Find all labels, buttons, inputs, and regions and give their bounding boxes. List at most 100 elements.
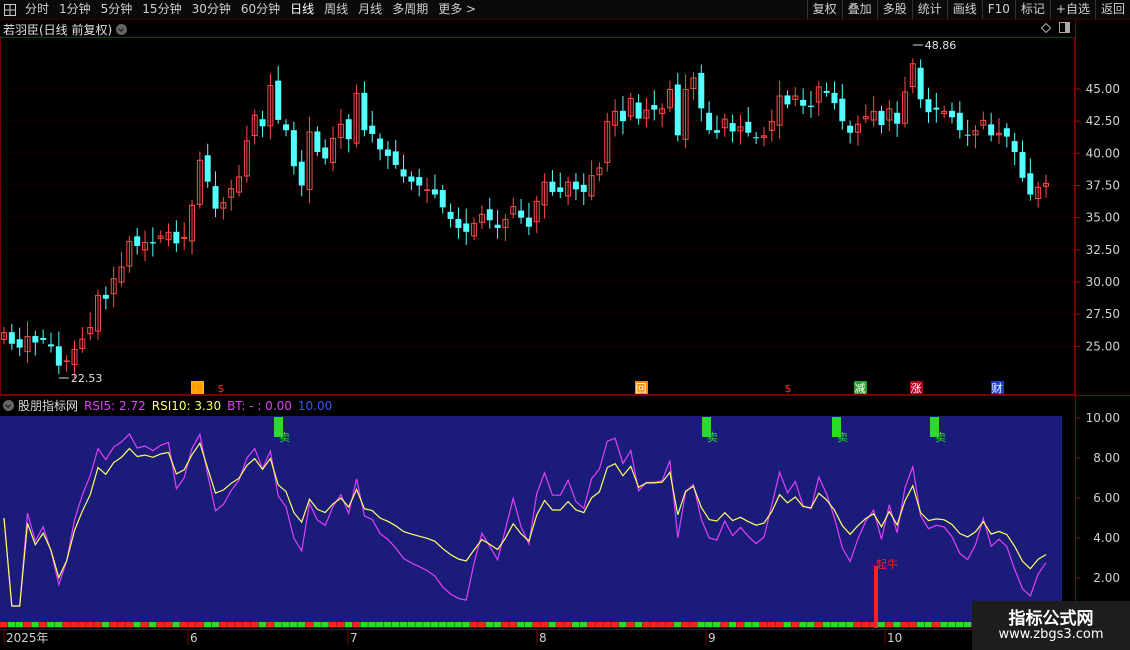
indicator-tick-label: 10.00: [1086, 411, 1120, 425]
status-strip-cell: [289, 622, 298, 627]
status-strip-cell: [924, 622, 932, 627]
event-marker-2: 回: [636, 382, 647, 395]
status-strip-cell: [70, 622, 78, 627]
candle-body: [894, 112, 901, 124]
main-chart-frame: [0, 37, 1075, 395]
status-strip-cell: [0, 622, 8, 627]
candle-body: [212, 186, 219, 209]
watermark: 指标公式网 www.zbgs3.com: [972, 601, 1130, 650]
status-strip-cell: [360, 622, 368, 627]
watermark-title: 指标公式网: [1008, 609, 1094, 629]
candle-body: [8, 332, 15, 344]
status-strip-cell: [814, 622, 823, 627]
event-marker-4: 减: [855, 382, 866, 395]
candle-body: [439, 190, 446, 208]
candle-body: [416, 177, 423, 186]
price-tick-label: 37.50: [1086, 179, 1120, 193]
status-strip-cell: [117, 622, 125, 627]
status-strip-cell: [94, 622, 102, 627]
status-strip-cell: [626, 622, 635, 627]
candle-body: [40, 337, 47, 340]
event-marker-1: $: [218, 382, 225, 395]
x-axis-label: 9: [708, 631, 716, 645]
status-strip-cell: [188, 622, 196, 627]
candle-body: [55, 346, 62, 366]
status-strip-cell: [219, 622, 227, 627]
status-strip-cell: [666, 622, 674, 627]
status-strip-cell: [235, 622, 243, 627]
candle-body: [486, 209, 493, 221]
status-strip-cell: [47, 622, 55, 627]
status-strip-cell: [854, 622, 862, 627]
candle-body: [204, 155, 211, 182]
chevron-down-icon[interactable]: [3, 400, 14, 411]
candle-body: [572, 181, 579, 190]
indicator-name: 股朋指标网: [18, 399, 79, 413]
event-marker-6: 财: [992, 381, 1003, 395]
status-strip-cell: [227, 622, 235, 627]
indicator-panel-bg: [0, 416, 1062, 628]
status-strip-cell: [564, 622, 572, 627]
status-strip-cell: [807, 622, 815, 627]
candle-body: [16, 339, 23, 348]
candle-body: [988, 124, 995, 136]
status-strip-cell: [344, 622, 353, 627]
status-strip-cell: [572, 622, 580, 627]
candle-body: [431, 189, 438, 195]
price-tick-label: 45.00: [1086, 82, 1120, 96]
status-strip-cell: [713, 622, 721, 627]
status-strip-cell: [822, 622, 831, 627]
status-strip-cell: [462, 622, 470, 627]
candle-body: [948, 110, 955, 118]
status-strip-cell: [517, 622, 525, 627]
status-strip-cell: [760, 622, 768, 627]
status-strip-cell: [955, 622, 964, 627]
status-strip-cell: [603, 622, 611, 627]
candle-body: [580, 184, 587, 192]
status-strip-cell: [141, 622, 149, 627]
price-tick-label: 27.50: [1086, 307, 1120, 321]
indicator-tick-label: 8.00: [1093, 451, 1120, 465]
candle-body: [745, 121, 752, 133]
status-strip-cell: [383, 622, 392, 627]
status-strip-cell: [525, 622, 533, 627]
candle-body: [619, 110, 626, 122]
candle-body: [784, 95, 791, 105]
watermark-url: www.zbgs3.com: [998, 627, 1104, 642]
candle-body: [549, 181, 556, 192]
status-strip-cell: [54, 622, 63, 627]
status-strip-cell: [681, 622, 690, 627]
status-strip-cell: [250, 622, 259, 627]
price-tick-label: 30.00: [1086, 275, 1120, 289]
candle-body: [1011, 141, 1018, 153]
status-strip-cell: [705, 622, 713, 627]
status-strip-cell: [274, 622, 282, 627]
status-strip-cell: [164, 622, 172, 627]
status-strip-cell: [313, 622, 321, 627]
candle-body: [518, 210, 525, 218]
status-strip-cell: [634, 622, 643, 627]
status-strip-cell: [180, 622, 188, 627]
status-strip-cell: [861, 622, 870, 627]
status-strip-cell: [908, 622, 917, 627]
status-strip-cell: [501, 622, 509, 627]
candle-body: [1003, 128, 1010, 137]
status-strip-cell: [532, 622, 541, 627]
candle-body: [674, 84, 681, 136]
candle-body: [557, 187, 564, 192]
rsi10-label: RSI10: 3.30: [151, 398, 222, 413]
price-tick-label: 42.50: [1086, 114, 1120, 128]
indicator-header: 股朋指标网 RSI5: 2.72 RSI10: 3.30 BT: - : 0.0…: [0, 397, 338, 414]
status-strip-cell: [838, 622, 846, 627]
status-strip-cell: [258, 622, 266, 627]
status-strip-cell: [125, 622, 133, 627]
candle-body: [369, 125, 376, 135]
status-strip-cell: [282, 622, 290, 627]
status-strip-cell: [885, 622, 893, 627]
status-strip-cell: [203, 622, 212, 627]
status-strip-cell: [336, 622, 345, 627]
indicator-tick-label: 2.00: [1093, 571, 1120, 585]
x-axis-label: 7: [350, 631, 358, 645]
candle-body: [878, 110, 885, 126]
candle-body: [839, 98, 846, 122]
